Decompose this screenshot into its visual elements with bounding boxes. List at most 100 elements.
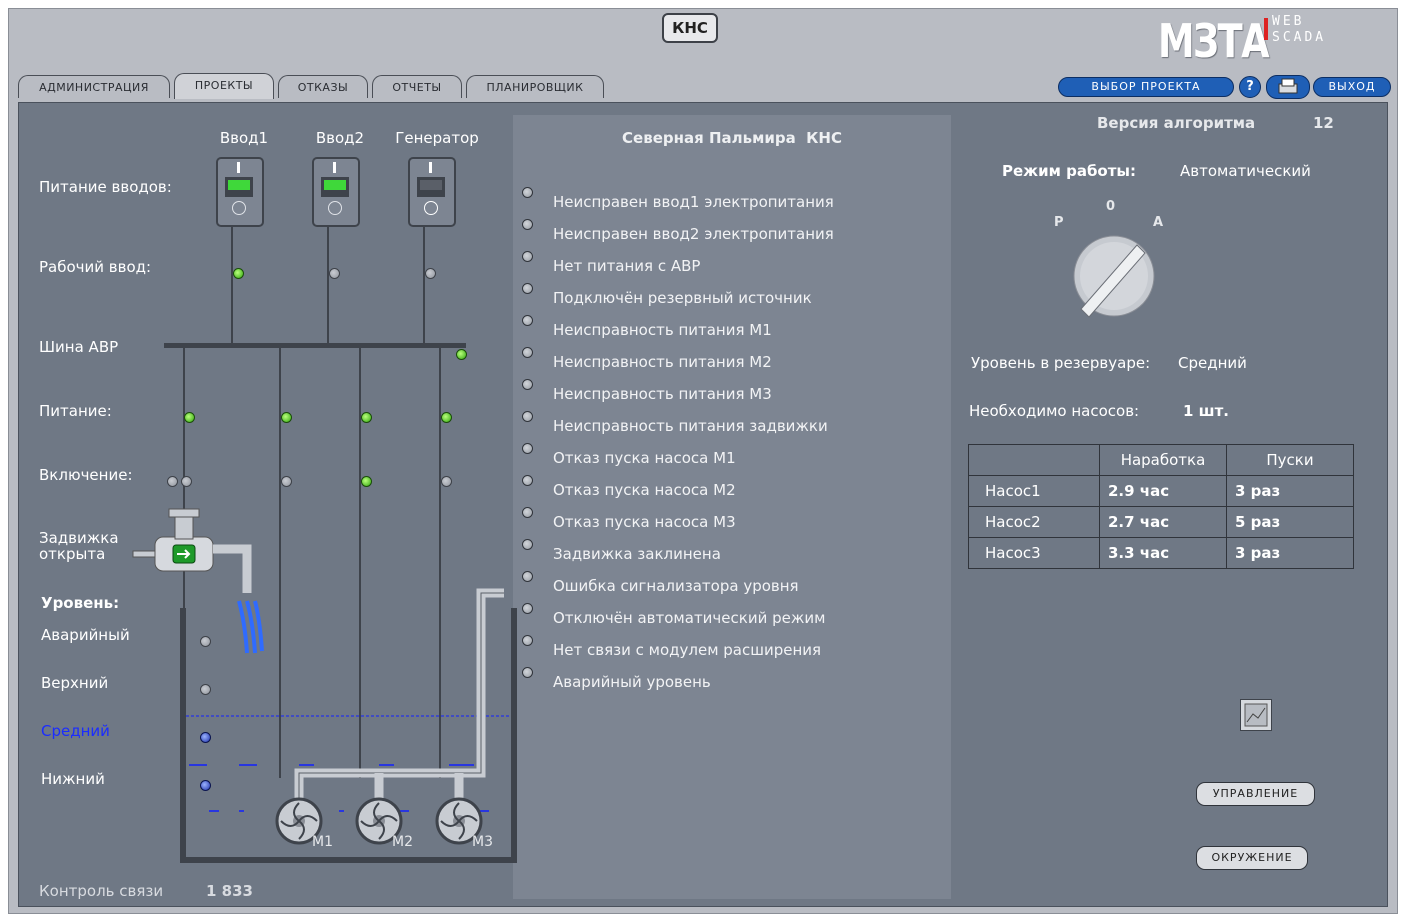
tab-failures[interactable]: ОТКАЗЫ — [278, 75, 368, 98]
generator-header: Генератор — [395, 129, 479, 147]
link-control-label: Контроль связи — [39, 882, 164, 900]
reservoir-level-value: Средний — [1178, 354, 1247, 372]
pump-m1-label: М1 — [312, 834, 333, 850]
table-row: Насос3 3.3 час 3 раз — [968, 537, 1354, 569]
alarm-item: Неисправность питания М1 — [553, 321, 772, 339]
alarm-item: Отключён автоматический режим — [553, 609, 826, 627]
avr-bus — [164, 343, 466, 348]
working-input1-led — [233, 268, 244, 279]
pump-m2-label: М2 — [392, 834, 413, 850]
supply-led-m1 — [281, 412, 292, 423]
input2-header: Ввод2 — [315, 129, 365, 147]
alarm-item: Неисправность питания М2 — [553, 353, 772, 371]
environment-button[interactable]: ОКРУЖЕНИЕ — [1196, 846, 1308, 870]
pumps-needed-value: 1 шт. — [1183, 402, 1229, 420]
pump-m3-label: М3 — [472, 834, 493, 850]
alarm-item: Нет питания с АВР — [553, 257, 701, 275]
alarm-led — [522, 635, 533, 646]
table-row: Насос2 2.7 час 5 раз — [968, 506, 1354, 538]
tab-reports[interactable]: ОТЧЕТЫ — [372, 75, 462, 98]
mode-label: Режим работы: — [1002, 162, 1136, 180]
working-input-label: Рабочий ввод: — [39, 258, 152, 276]
alarm-item: Неисправен ввод1 электропитания — [553, 193, 834, 211]
alarm-led — [522, 603, 533, 614]
supply-led-m3 — [441, 412, 452, 423]
level-upper: Верхний — [41, 674, 109, 692]
page-title: КНС — [662, 13, 718, 43]
control-button[interactable]: УПРАВЛЕНИЕ — [1196, 782, 1315, 806]
knob-label-p: Р — [1054, 215, 1064, 230]
alarm-item: Аварийный уровень — [553, 673, 711, 691]
alarm-led — [522, 315, 533, 326]
alarm-led — [522, 667, 533, 678]
tank-diagram — [132, 508, 517, 863]
alarm-item: Отказ пуска насоса М2 — [553, 481, 736, 499]
tab-administration[interactable]: АДМИНИСТРАЦИЯ — [18, 75, 170, 98]
logo: МЗТА WEB SCADA — [1158, 14, 1323, 68]
valve-label: Задвижка открыта — [39, 529, 119, 563]
knob-label-a: А — [1153, 215, 1164, 230]
table-header-row: Наработка Пуски — [968, 444, 1354, 476]
alarm-led — [522, 571, 533, 582]
alarm-panel-title: Северная Пальмира КНС — [622, 129, 842, 147]
tab-scheduler[interactable]: ПЛАНИРОВЩИК — [466, 75, 604, 98]
alarm-item: Отказ пуска насоса М1 — [553, 449, 736, 467]
level-emergency: Аварийный — [41, 626, 130, 644]
working-input2-led — [329, 268, 340, 279]
alarm-item: Отказ пуска насоса М3 — [553, 513, 736, 531]
pumps-needed-label: Необходимо насосов: — [969, 402, 1140, 420]
link-control-value: 1 833 — [206, 882, 253, 900]
alarm-item: Задвижка заклинена — [553, 545, 721, 563]
working-generator-led — [425, 268, 436, 279]
generator-switch[interactable] — [408, 157, 456, 227]
exit-button[interactable]: ВЫХОД — [1313, 77, 1391, 97]
table-row: Насос1 2.9 час 3 раз — [968, 475, 1354, 507]
knob-label-o: 0 — [1106, 199, 1116, 214]
bus-label: Шина АВР — [39, 338, 119, 356]
supply-led-valve — [184, 412, 195, 423]
alarm-led — [522, 443, 533, 454]
alarm-led — [522, 475, 533, 486]
enable-led-valve-a — [167, 476, 178, 487]
algo-version-value: 12 — [1313, 114, 1334, 132]
enable-led-m2 — [361, 476, 372, 487]
alarm-led — [522, 539, 533, 550]
main-panel: Ввод1 Ввод2 Генератор Питание вводов: Ра… — [18, 102, 1388, 907]
enable-led-m3 — [441, 476, 452, 487]
algo-version-label: Версия алгоритма — [1097, 114, 1256, 132]
tab-projects[interactable]: ПРОЕКТЫ — [174, 73, 274, 99]
level-lower: Нижний — [41, 770, 105, 788]
trend-chart-icon[interactable] — [1240, 699, 1272, 731]
level-label: Уровень: — [41, 594, 120, 612]
alarm-led — [522, 507, 533, 518]
mode-value: Автоматический — [1180, 162, 1311, 180]
supply-led-m2 — [361, 412, 372, 423]
input2-switch[interactable] — [312, 157, 360, 227]
switch-on-mark — [237, 162, 240, 173]
alarm-led — [522, 219, 533, 230]
bus-led — [456, 349, 467, 360]
mode-knob-icon[interactable] — [1059, 231, 1159, 326]
input1-switch[interactable] — [216, 157, 264, 227]
alarm-item: Подключён резервный источник — [553, 289, 812, 307]
alarm-item: Неисправность питания М3 — [553, 385, 772, 403]
logo-bar — [1264, 18, 1268, 40]
help-button[interactable]: ? — [1239, 76, 1261, 98]
project-select-button[interactable]: ВЫБОР ПРОЕКТА — [1058, 77, 1234, 97]
level-middle: Средний — [41, 722, 110, 740]
alarm-led — [522, 411, 533, 422]
alarm-led — [522, 283, 533, 294]
power-inputs-label: Питание вводов: — [39, 178, 172, 196]
print-icon[interactable] — [1266, 75, 1310, 99]
alarm-led — [522, 347, 533, 358]
alarm-led — [522, 251, 533, 262]
logo-text: МЗТА — [1158, 14, 1270, 68]
input1-header: Ввод1 — [219, 129, 269, 147]
alarm-led — [522, 187, 533, 198]
alarm-item: Неисправность питания задвижки — [553, 417, 828, 435]
enable-label: Включение: — [39, 466, 133, 484]
reservoir-level-label: Уровень в резервуаре: — [971, 354, 1151, 372]
alarm-led — [522, 379, 533, 390]
alarm-item: Неисправен ввод2 электропитания — [553, 225, 834, 243]
enable-led-valve-b — [181, 476, 192, 487]
